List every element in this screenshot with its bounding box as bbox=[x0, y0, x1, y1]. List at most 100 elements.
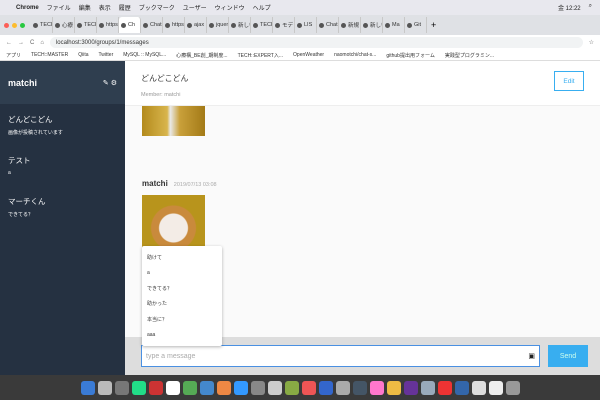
edit-group-icon[interactable]: ✎ bbox=[103, 80, 109, 87]
group-title: どんどこどん bbox=[141, 74, 189, 83]
group-item[interactable]: テスト a bbox=[0, 145, 125, 186]
bookmarks-bar: アプリ TECH::MASTER Qiita Twitter MySQL :: MySQ… bbox=[0, 50, 600, 61]
back-icon[interactable]: ← bbox=[6, 40, 12, 46]
bookmark-item[interactable]: TECH::EXPERT入... bbox=[238, 52, 283, 59]
forward-icon[interactable]: → bbox=[18, 40, 24, 46]
dock-app-icon[interactable] bbox=[505, 380, 520, 395]
autocomplete-option[interactable]: aaa bbox=[147, 332, 217, 338]
menu-item[interactable]: ファイル bbox=[47, 3, 71, 12]
dock-app-icon[interactable] bbox=[386, 380, 401, 395]
browser-tab[interactable]: LIS bbox=[295, 17, 317, 33]
message-user: matchi bbox=[142, 179, 168, 188]
browser-tab[interactable]: 新規 bbox=[339, 17, 361, 33]
dock-app-icon[interactable] bbox=[114, 380, 129, 395]
dock-app-icon[interactable] bbox=[233, 380, 248, 395]
dock-app-icon[interactable] bbox=[488, 380, 503, 395]
menu-app[interactable]: Chrome bbox=[16, 5, 39, 11]
new-tab-icon[interactable]: + bbox=[431, 20, 436, 30]
dock-app-icon[interactable] bbox=[250, 380, 265, 395]
dock-app-icon[interactable] bbox=[131, 380, 146, 395]
dock-app-icon[interactable] bbox=[97, 380, 112, 395]
dock-app-icon[interactable] bbox=[216, 380, 231, 395]
autocomplete-option[interactable]: できてる？ bbox=[147, 285, 217, 292]
bookmark-star-icon[interactable]: ☆ bbox=[589, 39, 594, 46]
autocomplete-option[interactable]: 本当に？ bbox=[147, 316, 217, 323]
dock-app-icon[interactable] bbox=[182, 380, 197, 395]
bookmark-item[interactable]: 実践型プログラミン... bbox=[445, 52, 494, 59]
dock-app-icon[interactable] bbox=[199, 380, 214, 395]
bookmark-item[interactable]: OpenWeather bbox=[293, 52, 324, 58]
dock-app-icon[interactable] bbox=[369, 380, 384, 395]
browser-tab[interactable]: Chat bbox=[317, 17, 339, 33]
menu-item[interactable]: ウィンドウ bbox=[215, 3, 245, 12]
tab-label: https bbox=[106, 22, 118, 28]
bookmark-item[interactable]: Twitter bbox=[99, 52, 114, 58]
image-upload-icon[interactable]: ▣ bbox=[528, 352, 535, 360]
favicon-icon bbox=[231, 22, 236, 28]
dock-app-icon[interactable] bbox=[148, 380, 163, 395]
menu-item[interactable]: 編集 bbox=[79, 3, 91, 12]
url-input[interactable]: localhost:3000/groups/1/messages bbox=[49, 37, 583, 48]
bookmark-item[interactable]: MySQL :: MySQL... bbox=[123, 52, 166, 58]
menu-item[interactable]: ヘルプ bbox=[253, 3, 271, 12]
browser-tab[interactable]: Git bbox=[405, 17, 427, 33]
dock-app-icon[interactable] bbox=[301, 380, 316, 395]
message-input[interactable]: type a message ▣ bbox=[141, 345, 540, 367]
browser-tab[interactable]: https bbox=[163, 17, 185, 33]
dock-app-icon[interactable] bbox=[437, 380, 452, 395]
edit-button[interactable]: Edit bbox=[554, 71, 584, 91]
browser-tab[interactable]: 新しいタブ bbox=[229, 17, 251, 33]
reload-icon[interactable]: C bbox=[30, 40, 34, 46]
menu-item[interactable]: ブックマーク bbox=[139, 3, 175, 12]
bookmark-item[interactable]: naomotchi/chat-s... bbox=[334, 52, 376, 58]
browser-tab[interactable]: https bbox=[97, 17, 119, 33]
browser-tab[interactable]: モデ bbox=[273, 17, 295, 33]
browser-tab[interactable]: Ch bbox=[119, 17, 141, 33]
browser-tab[interactable]: TECH bbox=[75, 17, 97, 33]
favicon-icon bbox=[297, 22, 302, 28]
dock-app-icon[interactable] bbox=[471, 380, 486, 395]
group-last-message: a bbox=[8, 170, 11, 176]
tab-label: Ch bbox=[128, 22, 136, 28]
dock-app-icon[interactable] bbox=[318, 380, 333, 395]
dock-app-icon[interactable] bbox=[284, 380, 299, 395]
dock-app-icon[interactable] bbox=[80, 380, 95, 395]
menu-item[interactable]: 履歴 bbox=[119, 3, 131, 12]
dock-app-icon[interactable] bbox=[403, 380, 418, 395]
dock-app-icon[interactable] bbox=[352, 380, 367, 395]
bookmark-item[interactable]: TECH::MASTER bbox=[31, 52, 68, 58]
dock-app-icon[interactable] bbox=[454, 380, 469, 395]
dock-app-icon[interactable] bbox=[420, 380, 435, 395]
dock-app-icon[interactable] bbox=[335, 380, 350, 395]
browser-tab[interactable]: ajax bbox=[185, 17, 207, 33]
browser-tab[interactable]: jquer bbox=[207, 17, 229, 33]
autocomplete-option[interactable]: a bbox=[147, 270, 217, 276]
bookmark-item[interactable]: アプリ bbox=[6, 52, 21, 59]
bookmark-item[interactable]: Qiita bbox=[78, 52, 88, 58]
browser-tab[interactable]: Ma bbox=[383, 17, 405, 33]
bookmark-item[interactable]: github提出用フォーム bbox=[386, 52, 434, 59]
group-item[interactable]: どんどこどん 画像が投稿されています bbox=[0, 104, 125, 145]
browser-tab[interactable]: TECH bbox=[31, 17, 53, 33]
dock-app-icon[interactable] bbox=[267, 380, 282, 395]
browser-tab[interactable]: 心療 bbox=[53, 17, 75, 33]
browser-tab[interactable]: Chat bbox=[141, 17, 163, 33]
menu-item[interactable]: 表示 bbox=[99, 3, 111, 12]
browser-tab[interactable]: 新しいタ bbox=[361, 17, 383, 33]
group-item[interactable]: マーチくん できてる？ bbox=[0, 186, 125, 227]
dock-app-icon[interactable] bbox=[165, 380, 180, 395]
autocomplete-option[interactable]: 助かった bbox=[147, 300, 217, 307]
dock bbox=[0, 375, 600, 400]
search-icon[interactable]: ⌕ bbox=[589, 3, 592, 12]
bookmark-item[interactable]: 心療構_BE創_期制度... bbox=[176, 52, 227, 59]
message-image bbox=[142, 106, 205, 136]
home-icon[interactable]: ⌂ bbox=[40, 40, 44, 46]
browser-tab[interactable]: TECH bbox=[251, 17, 273, 33]
window-controls[interactable] bbox=[4, 22, 25, 28]
autocomplete-option[interactable]: 助けて bbox=[147, 254, 217, 261]
gear-icon[interactable]: ⚙ bbox=[111, 80, 117, 87]
send-button[interactable]: Send bbox=[548, 345, 588, 367]
tab-label: TECH bbox=[84, 22, 96, 28]
menu-item[interactable]: ユーザー bbox=[183, 3, 207, 12]
favicon-icon bbox=[55, 22, 60, 28]
